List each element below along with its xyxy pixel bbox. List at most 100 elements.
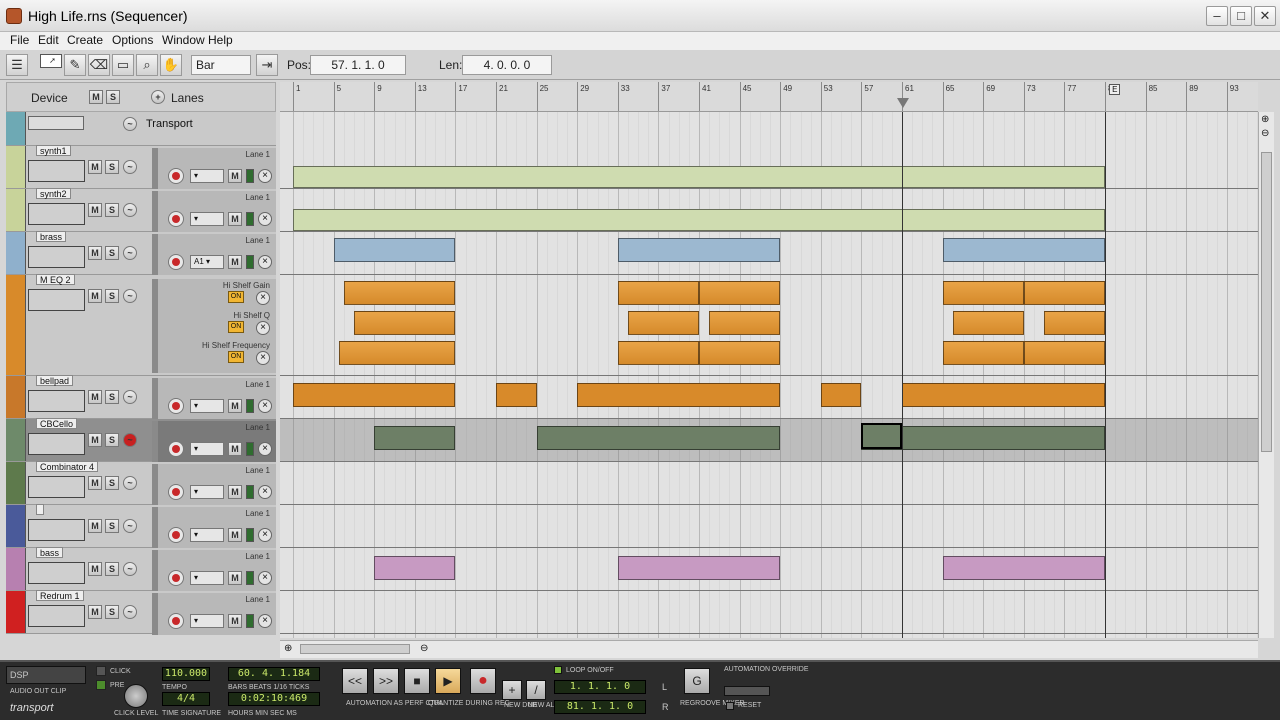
track-name[interactable]: Redrum 1 — [36, 590, 84, 601]
delete-lane-icon[interactable]: × — [258, 169, 272, 183]
track-color-strip[interactable] — [6, 146, 26, 188]
record-enable-button[interactable] — [168, 254, 184, 270]
pattern-select[interactable]: ▾ — [190, 485, 224, 499]
sequencer-clip[interactable] — [536, 426, 781, 450]
lane-mute-button[interactable]: M — [228, 442, 242, 456]
track-redrum-1[interactable]: Redrum 1 M S ~ Lane 1 ▾ M × — [6, 590, 276, 635]
mute-all-button[interactable]: M — [89, 90, 103, 104]
record-enable-button[interactable] — [168, 527, 184, 543]
automation-icon[interactable]: ~ — [123, 390, 137, 404]
selected-clip[interactable] — [861, 423, 902, 449]
track-brass[interactable]: brass M S ~ Lane 1 A1 ▾ M × — [6, 231, 276, 276]
sequencer-clip[interactable] — [617, 238, 781, 262]
maximize-button[interactable]: □ — [1230, 6, 1252, 26]
eraser-tool-icon[interactable]: ⌫ — [88, 54, 110, 76]
delete-lane-icon[interactable]: × — [258, 528, 272, 542]
sequencer-clip[interactable] — [293, 166, 1105, 188]
mute-button[interactable]: M — [88, 562, 102, 576]
track-combinator-4[interactable]: Combinator 4 M S ~ Lane 1 ▾ M × — [6, 461, 276, 506]
sequencer-clip[interactable] — [374, 556, 456, 580]
record-enable-button[interactable] — [168, 613, 184, 629]
lane-name[interactable]: Lane 1 — [246, 150, 270, 159]
delete-lane-icon[interactable]: × — [258, 212, 272, 226]
automation-icon[interactable]: ~ — [123, 246, 137, 260]
delete-lane-icon[interactable]: × — [258, 255, 272, 269]
track-color-strip[interactable] — [6, 505, 26, 547]
sequencer-clip[interactable] — [293, 209, 1105, 231]
record-enable-button[interactable] — [168, 168, 184, 184]
song-position-marker[interactable] — [897, 98, 909, 108]
track-name[interactable] — [36, 504, 44, 515]
loop-toggle[interactable] — [554, 666, 562, 674]
sequencer-clip[interactable] — [374, 426, 456, 450]
lane-name[interactable]: Lane 1 — [246, 466, 270, 475]
mute-button[interactable]: M — [88, 289, 102, 303]
menu-options[interactable]: Options — [108, 32, 157, 50]
lane-name[interactable]: Lane 1 — [246, 552, 270, 561]
track-cbcello[interactable]: CBCello M S ~ Lane 1 ▾ M × — [6, 418, 276, 463]
fast-forward-button[interactable]: >> — [373, 668, 399, 694]
track-color-strip[interactable] — [6, 232, 26, 274]
sequencer-clip[interactable] — [902, 383, 1105, 407]
lane-row[interactable] — [280, 462, 1258, 505]
solo-button[interactable]: S — [105, 390, 119, 404]
snap-select[interactable]: Bar — [191, 55, 251, 75]
track-color-strip[interactable] — [6, 189, 26, 231]
sequencer-clip[interactable] — [333, 238, 456, 262]
pattern-select[interactable]: ▾ — [190, 399, 224, 413]
play-button[interactable]: ▶ — [435, 668, 461, 694]
h-zoom-in-icon[interactable]: ⊕ — [284, 643, 292, 654]
lane-name[interactable]: Lane 1 — [246, 380, 270, 389]
lane-mute-button[interactable]: M — [228, 571, 242, 585]
lane-name[interactable]: Lane 1 — [246, 509, 270, 518]
regroove-button[interactable]: G — [684, 668, 710, 694]
solo-button[interactable]: S — [105, 562, 119, 576]
lane-name[interactable]: Lane 1 — [246, 423, 270, 432]
pre-toggle[interactable] — [96, 680, 106, 690]
record-enable-button[interactable] — [168, 441, 184, 457]
transport-track[interactable]: ~ Transport — [6, 112, 276, 146]
arrange-view[interactable] — [280, 112, 1258, 638]
solo-button[interactable]: S — [105, 605, 119, 619]
sequencer-clip[interactable] — [699, 341, 781, 365]
automation-icon[interactable]: ~ — [123, 562, 137, 576]
lane-mute-button[interactable]: M — [228, 614, 242, 628]
mute-button[interactable]: M — [88, 390, 102, 404]
mute-button[interactable]: M — [88, 246, 102, 260]
track-m-eq-2[interactable]: M EQ 2 M S ~ Hi Shelf Gain ON × Hi Shelf Q ON × Hi… — [6, 274, 276, 376]
automation-icon[interactable]: ~ — [123, 117, 137, 131]
delete-lane-icon[interactable]: × — [258, 442, 272, 456]
delete-lane-icon[interactable]: × — [256, 321, 270, 335]
sequencer-menu-icon[interactable]: ☰ — [6, 54, 28, 76]
lane-mute-button[interactable]: M — [228, 399, 242, 413]
menu-window[interactable]: Window — [158, 32, 209, 50]
tempo-display[interactable]: 110.000 — [162, 667, 210, 681]
solo-button[interactable]: S — [105, 246, 119, 260]
lane-mute-button[interactable]: M — [228, 528, 242, 542]
length-field[interactable]: 4. 0. 0. 0 — [462, 55, 552, 75]
lane-name[interactable]: Lane 1 — [246, 193, 270, 202]
automation-on-button[interactable]: ON — [228, 321, 244, 333]
sequencer-clip[interactable] — [338, 341, 456, 365]
record-enable-button[interactable] — [168, 211, 184, 227]
menu-edit[interactable]: Edit — [34, 32, 63, 50]
horizontal-scrollbar[interactable]: ⊕ ⊖ — [280, 640, 1258, 658]
menu-create[interactable]: Create — [63, 32, 107, 50]
automation-on-button[interactable]: ON — [228, 291, 244, 303]
sequencer-clip[interactable] — [942, 341, 1024, 365]
sequencer-clip[interactable] — [1023, 281, 1105, 305]
mute-button[interactable]: M — [88, 203, 102, 217]
solo-button[interactable]: S — [105, 519, 119, 533]
automation-icon[interactable]: ~ — [123, 160, 137, 174]
track-name[interactable]: CBCello — [36, 418, 78, 429]
track-synth1[interactable]: synth1 M S ~ Lane 1 ▾ M × — [6, 145, 276, 190]
track-name[interactable]: Combinator 4 — [36, 461, 99, 472]
solo-button[interactable]: S — [105, 433, 119, 447]
menu-help[interactable]: Help — [204, 32, 237, 50]
lane-mute-button[interactable]: M — [228, 169, 242, 183]
sequencer-clip[interactable] — [942, 556, 1105, 580]
delete-lane-icon[interactable]: × — [258, 399, 272, 413]
sequencer-clip[interactable] — [699, 281, 781, 305]
sequencer-clip[interactable] — [942, 238, 1105, 262]
mute-button[interactable]: M — [88, 433, 102, 447]
